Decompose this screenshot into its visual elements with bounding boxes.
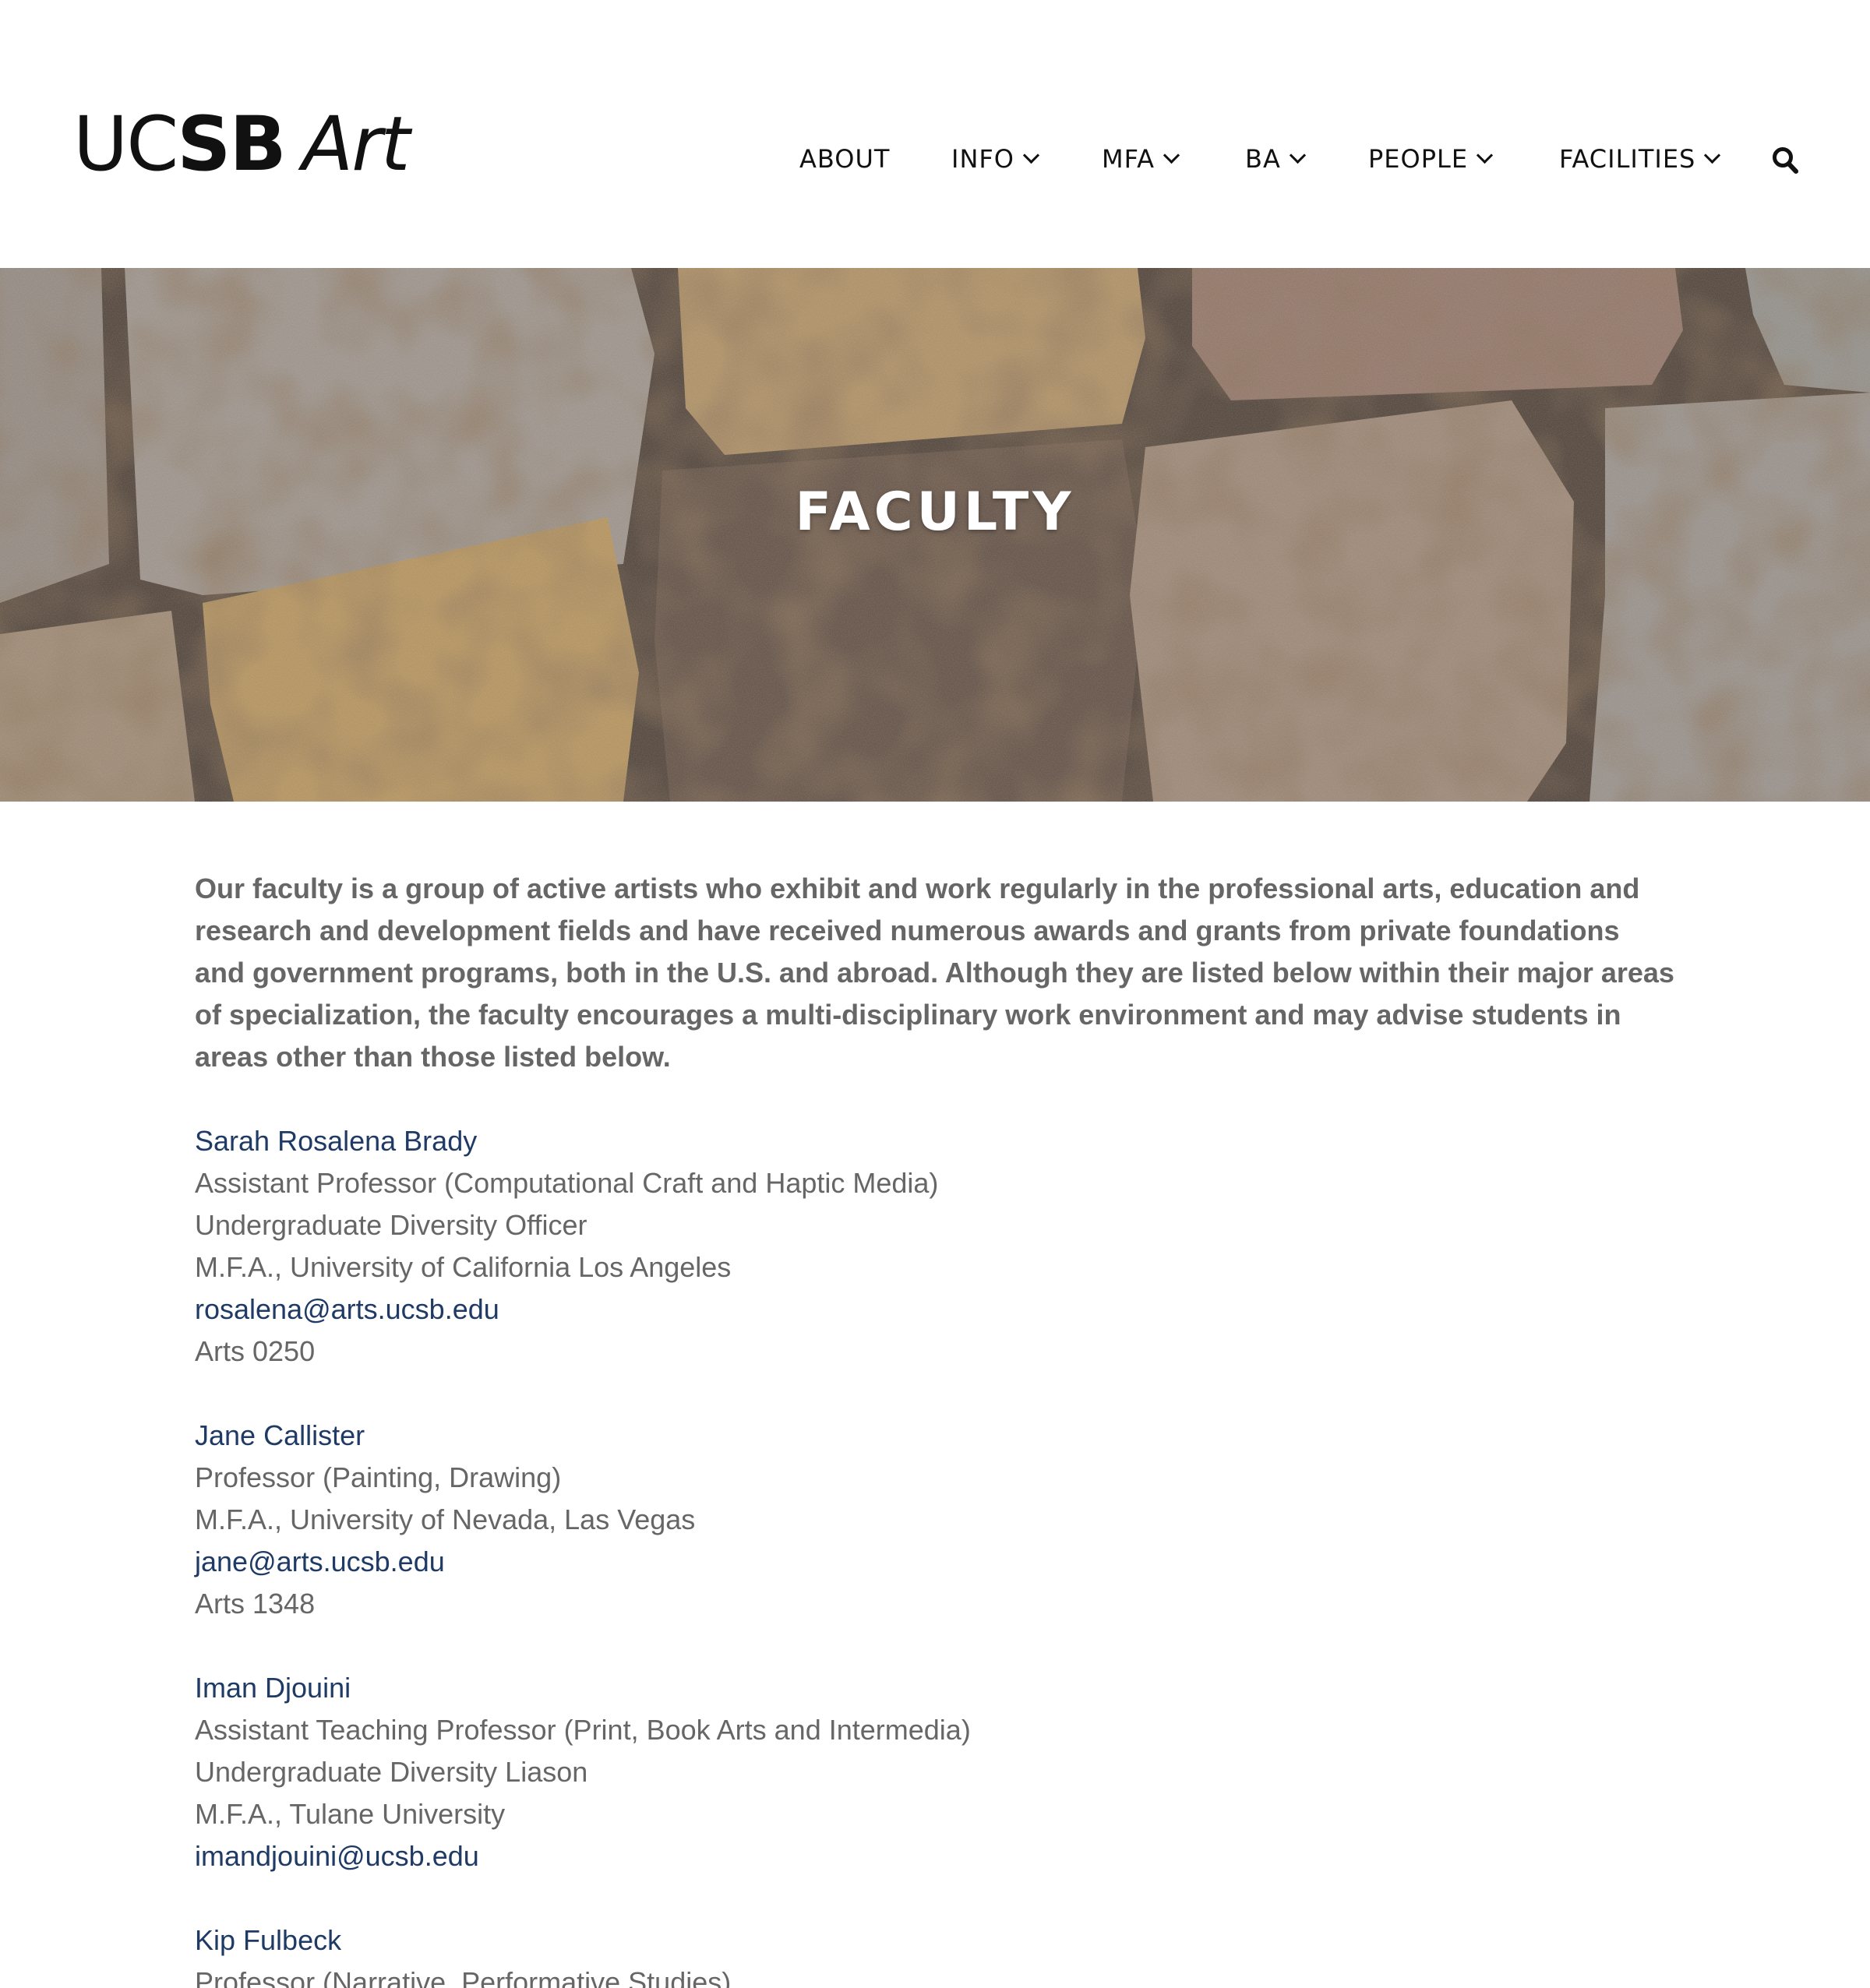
faculty-member: Jane Callister Professor (Painting, Draw… <box>195 1415 1675 1625</box>
faculty-role: Undergraduate Diversity Officer <box>195 1209 587 1241</box>
site-header: UCSB Art ABOUT INFO MFA BA PEOPLE FACILIT… <box>0 0 1870 268</box>
nav-item-label: FACILITIES <box>1559 144 1696 174</box>
faculty-name-link[interactable]: Kip Fulbeck <box>195 1919 1675 1962</box>
faculty-title: Assistant Teaching Professor (Print, Boo… <box>195 1714 971 1746</box>
faculty-degree: M.F.A., University of Nevada, Las Vegas <box>195 1503 696 1535</box>
faculty-degree: M.F.A., University of California Los Ang… <box>195 1251 732 1283</box>
chevron-down-icon <box>1704 146 1721 164</box>
faculty-title: Professor (Painting, Drawing) <box>195 1461 562 1493</box>
faculty-name-link[interactable]: Sarah Rosalena Brady <box>195 1120 1675 1162</box>
faculty-office: Arts 0250 <box>195 1335 316 1367</box>
logo-art: Art <box>302 100 411 188</box>
faculty-name-link[interactable]: Iman Djouini <box>195 1667 1675 1709</box>
faculty-email-link[interactable]: imandjouini@ucsb.edu <box>195 1835 1675 1877</box>
faculty-member: Iman Djouini Assistant Teaching Professo… <box>195 1667 1675 1877</box>
main-content: Our faculty is a group of active artists… <box>195 868 1675 1988</box>
nav-item-label: BA <box>1245 144 1281 174</box>
faculty-name-link[interactable]: Jane Callister <box>195 1415 1675 1457</box>
nav-item-facilities[interactable]: FACILITIES <box>1559 139 1721 179</box>
faculty-degree: M.F.A., Tulane University <box>195 1798 506 1830</box>
faculty-member: Sarah Rosalena Brady Assistant Professor… <box>195 1120 1675 1373</box>
page: UCSB Art ABOUT INFO MFA BA PEOPLE FACILIT… <box>0 0 1870 1988</box>
main-nav: ABOUT INFO MFA BA PEOPLE FACILITIES <box>799 139 1870 179</box>
logo-sb: SB <box>177 100 286 188</box>
faculty-list: Sarah Rosalena Brady Assistant Professor… <box>195 1120 1675 1988</box>
nav-item-mfa[interactable]: MFA <box>1102 139 1180 179</box>
chevron-down-icon <box>1476 146 1494 164</box>
nav-item-people[interactable]: PEOPLE <box>1368 139 1494 179</box>
faculty-email-link[interactable]: rosalena@arts.ucsb.edu <box>195 1288 1675 1331</box>
chevron-down-icon <box>1289 146 1306 164</box>
nav-item-label: ABOUT <box>799 144 891 174</box>
faculty-member: Kip Fulbeck Professor (Narrative, Perfor… <box>195 1919 1675 1988</box>
nav-item-info[interactable]: INFO <box>951 139 1040 179</box>
nav-item-ba[interactable]: BA <box>1245 139 1306 179</box>
search-icon[interactable] <box>1772 146 1798 174</box>
logo-uc: UC <box>73 100 178 188</box>
faculty-role: Undergraduate Diversity Liason <box>195 1756 588 1788</box>
chevron-down-icon <box>1022 146 1040 164</box>
faculty-office: Arts 1348 <box>195 1588 316 1620</box>
site-logo[interactable]: UCSB Art <box>73 100 411 188</box>
nav-item-about[interactable]: ABOUT <box>799 139 890 179</box>
nav-item-label: INFO <box>951 144 1014 174</box>
intro-paragraph: Our faculty is a group of active artists… <box>195 872 1674 1073</box>
nav-item-label: PEOPLE <box>1368 144 1469 174</box>
nav-item-label: MFA <box>1102 144 1155 174</box>
chevron-down-icon <box>1163 146 1180 164</box>
faculty-email-link[interactable]: jane@arts.ucsb.edu <box>195 1541 1675 1583</box>
page-title: FACULTY <box>795 481 1075 543</box>
faculty-title: Professor (Narrative, Performative Studi… <box>195 1966 732 1988</box>
faculty-title: Assistant Professor (Computational Craft… <box>195 1167 939 1199</box>
